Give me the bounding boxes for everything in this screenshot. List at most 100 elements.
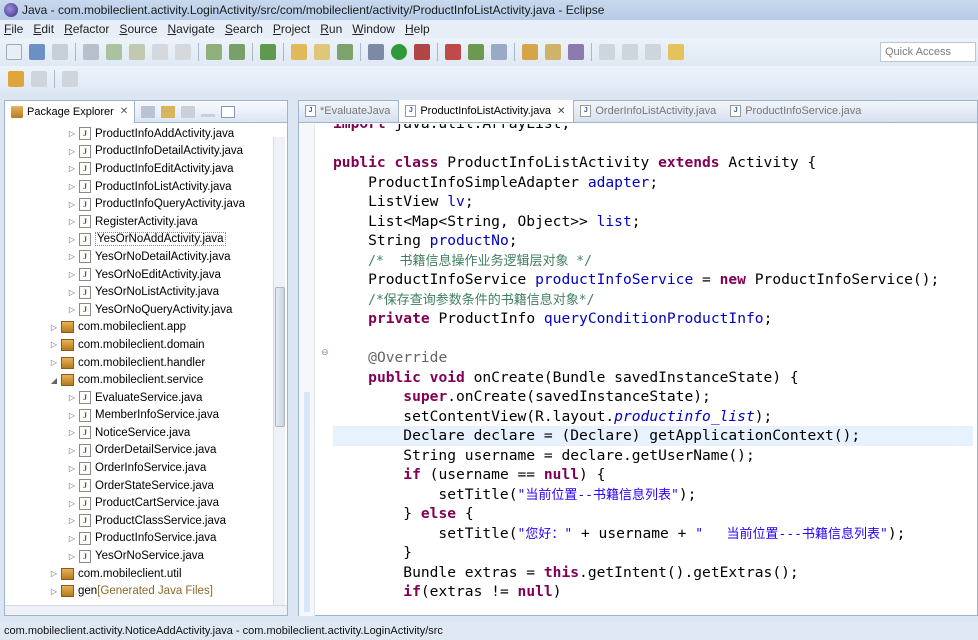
collapsed-arrow-icon[interactable]: ▷ [49, 358, 59, 367]
tree-file-item[interactable]: ▷ J ProductInfoService.java [5, 530, 287, 548]
collapsed-arrow-icon[interactable]: ▷ [67, 305, 77, 314]
tree-file-item[interactable]: ▷ J YesOrNoQueryActivity.java [5, 301, 287, 319]
collapsed-arrow-icon[interactable]: ▷ [67, 446, 77, 455]
horizontal-scrollbar[interactable] [5, 605, 287, 615]
collapsed-arrow-icon[interactable]: ▷ [67, 182, 77, 191]
wrench-icon[interactable] [83, 44, 99, 60]
tree-file-item[interactable]: ▷ J YesOrNoListActivity.java [5, 283, 287, 301]
next-annotation-icon[interactable] [622, 44, 638, 60]
tree-package-item[interactable]: ▷ com.mobileclient.domain [5, 336, 287, 354]
collapsed-arrow-icon[interactable]: ▷ [49, 340, 59, 349]
tree-file-item[interactable]: ▷ J ProductInfoListActivity.java [5, 178, 287, 196]
quick-access-input[interactable]: Quick Access [880, 42, 976, 62]
code-area[interactable]: import java.util.ArrayList; public class … [333, 124, 973, 616]
collapsed-arrow-icon[interactable]: ▷ [67, 552, 77, 561]
menu-source[interactable]: Source [119, 22, 157, 36]
last-edit-icon[interactable] [668, 44, 684, 60]
collapsed-arrow-icon[interactable]: ▷ [67, 129, 77, 138]
collapsed-arrow-icon[interactable]: ▷ [67, 235, 77, 244]
collapsed-arrow-icon[interactable]: ▷ [67, 147, 77, 156]
minimize-icon[interactable] [201, 113, 216, 117]
collapsed-arrow-icon[interactable]: ▷ [67, 499, 77, 508]
tab-package-explorer[interactable]: Package Explorer ✕ [5, 100, 136, 123]
collapsed-arrow-icon[interactable]: ▷ [67, 516, 77, 525]
tree-file-item[interactable]: ▷ J YesOrNoAddActivity.java [5, 231, 287, 249]
java-file-icon[interactable] [314, 44, 330, 60]
fold-icon[interactable]: ⊖ [321, 347, 329, 358]
open-type-icon[interactable] [522, 44, 538, 60]
back-icon[interactable] [8, 71, 24, 87]
tree-file-item[interactable]: ▷ J YesOrNoService.java [5, 547, 287, 565]
collapsed-arrow-icon[interactable]: ▷ [67, 200, 77, 209]
collapsed-arrow-icon[interactable]: ▷ [67, 534, 77, 543]
team-icon[interactable] [129, 44, 145, 60]
menu-file[interactable]: File [4, 22, 23, 36]
open-folder-icon[interactable] [291, 44, 307, 60]
menu-run[interactable]: Run [320, 22, 342, 36]
new-icon[interactable] [6, 44, 22, 60]
tree-file-item[interactable]: ▷ J OrderDetailService.java [5, 442, 287, 460]
menu-help[interactable]: Help [405, 22, 430, 36]
tree-file-item[interactable]: ▷ J OrderInfoService.java [5, 459, 287, 477]
editor-tab[interactable]: J ProductInfoService.java [724, 100, 869, 122]
collapsed-arrow-icon[interactable]: ▷ [67, 270, 77, 279]
tree-file-item[interactable]: ▷ J ProductInfoDetailActivity.java [5, 143, 287, 161]
collapsed-arrow-icon[interactable]: ▷ [67, 252, 77, 261]
collapsed-arrow-icon[interactable]: ▷ [67, 481, 77, 490]
tree-file-item[interactable]: ▷ J YesOrNoDetailActivity.java [5, 248, 287, 266]
collapsed-arrow-icon[interactable]: ▷ [67, 411, 77, 420]
close-icon[interactable]: ✕ [557, 106, 565, 117]
run-icon[interactable] [391, 44, 407, 60]
download-icon[interactable] [206, 44, 222, 60]
prev-annotation-icon[interactable] [645, 44, 661, 60]
tree-package-item[interactable]: ▷ com.mobileclient.util [5, 565, 287, 583]
editor-tab[interactable]: J *EvaluateJava [299, 100, 398, 122]
menu-search[interactable]: Search [225, 22, 263, 36]
save-icon[interactable] [29, 44, 45, 60]
new-package-icon[interactable] [468, 44, 484, 60]
print-icon[interactable] [52, 44, 68, 60]
menu-refactor[interactable]: Refactor [64, 22, 109, 36]
checkbox-icon[interactable] [260, 44, 276, 60]
forward-icon[interactable] [31, 71, 47, 87]
tree-file-item[interactable]: ▷ J OrderStateService.java [5, 477, 287, 495]
collapsed-arrow-icon[interactable]: ▷ [49, 569, 59, 578]
menu-window[interactable]: Window [352, 22, 395, 36]
editor-tab[interactable]: J ProductInfoListActivity.java ✕ [398, 100, 575, 122]
scrollbar-thumb[interactable] [275, 287, 285, 427]
tree-file-item[interactable]: ▷ J EvaluateService.java [5, 389, 287, 407]
pin-editor-icon[interactable] [62, 71, 78, 87]
tree-file-item[interactable]: ▷ J ProductInfoQueryActivity.java [5, 195, 287, 213]
menu-navigate[interactable]: Navigate [167, 22, 214, 36]
collapsed-arrow-icon[interactable]: ▷ [67, 217, 77, 226]
refactor-icon[interactable] [106, 44, 122, 60]
tree-file-item[interactable]: ▷ J RegisterActivity.java [5, 213, 287, 231]
vertical-scrollbar[interactable] [273, 137, 285, 613]
link-with-editor-icon[interactable] [161, 105, 176, 118]
tree-file-item[interactable]: ▷ J ProductInfoEditActivity.java [5, 160, 287, 178]
collapsed-arrow-icon[interactable]: ▷ [49, 587, 59, 596]
expanded-arrow-icon[interactable]: ◢ [49, 376, 59, 385]
outline-icon[interactable] [175, 44, 191, 60]
tree-file-item[interactable]: ▷ J YesOrNoEditActivity.java [5, 266, 287, 284]
new-class-icon[interactable] [491, 44, 507, 60]
tree-package-item[interactable]: ◢ com.mobileclient.service [5, 371, 287, 389]
collapsed-arrow-icon[interactable]: ▷ [67, 288, 77, 297]
view-menu-icon[interactable] [181, 105, 196, 118]
collapsed-arrow-icon[interactable]: ▷ [49, 323, 59, 332]
editor-tab[interactable]: J OrderInfoListActivity.java [574, 100, 724, 122]
tree-file-item[interactable]: ▷ J ProductClassService.java [5, 512, 287, 530]
collapsed-arrow-icon[interactable]: ▷ [67, 393, 77, 402]
search-icon[interactable] [568, 44, 584, 60]
annotation-icon[interactable] [599, 44, 615, 60]
external-tools-icon[interactable] [414, 44, 430, 60]
collapsed-arrow-icon[interactable]: ▷ [67, 428, 77, 437]
tree-file-item[interactable]: ▷ J MemberInfoService.java [5, 407, 287, 425]
collapse-all-icon[interactable] [141, 105, 156, 118]
class-icon[interactable] [337, 44, 353, 60]
tree-file-item[interactable]: ▷ J ProductInfoAddActivity.java [5, 125, 287, 143]
close-icon[interactable]: ✕ [120, 106, 128, 117]
menu-project[interactable]: Project [273, 22, 310, 36]
collapsed-arrow-icon[interactable]: ▷ [67, 164, 77, 173]
tree-file-item[interactable]: ▷ J ProductCartService.java [5, 494, 287, 512]
